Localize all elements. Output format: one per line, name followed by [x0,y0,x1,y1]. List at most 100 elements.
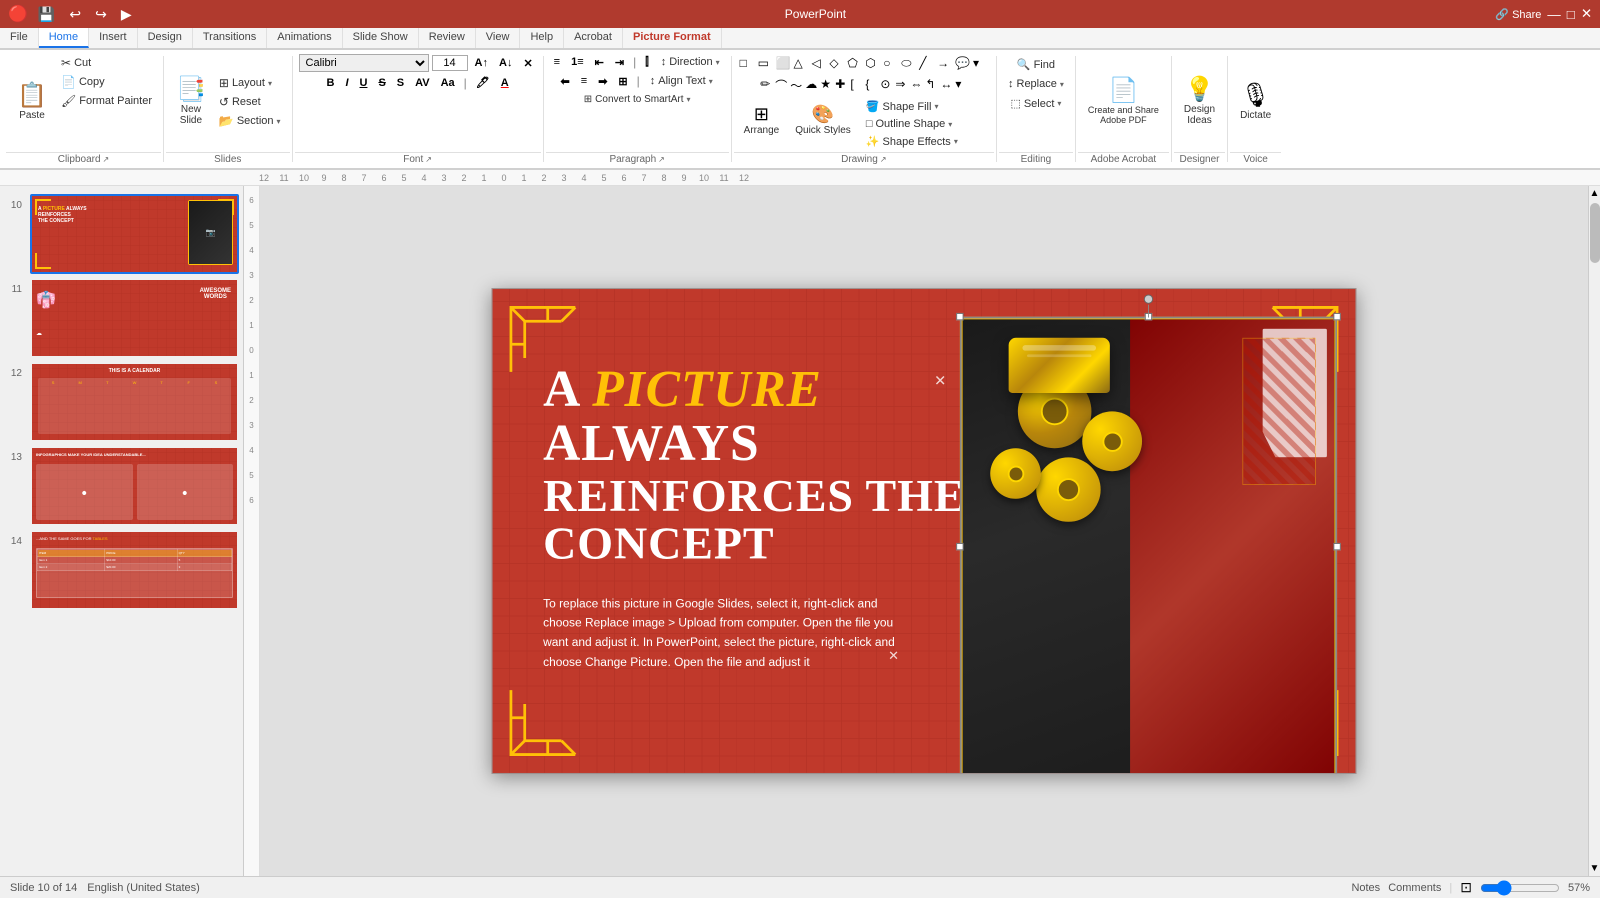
slide-image-container[interactable] [960,317,1337,774]
close-button[interactable]: ✕ [1581,6,1592,22]
pentagon-shape[interactable]: ⬠ [846,55,863,72]
align-left-button[interactable]: ⬅ [557,74,574,89]
arc-shape[interactable]: ⌒ [774,76,788,95]
tab-design[interactable]: Design [138,28,193,48]
font-color-button[interactable]: A [497,76,513,90]
increase-indent-button[interactable]: ⇥ [611,55,628,70]
shape-fill-button[interactable]: 🪣Shape Fill▾ [861,98,963,115]
shape-outline-button[interactable]: □ Outline Shape ▾ [861,116,963,132]
columns-button[interactable]: ⫿ [641,55,653,70]
conn-shape[interactable]: ↔ [939,76,953,95]
arrange-button[interactable]: ⊞ Arrange [738,98,786,142]
find-button[interactable]: 🔍Find [1012,56,1060,73]
hexagon-shape[interactable]: ⬡ [864,55,881,72]
maximize-button[interactable]: □ [1567,7,1575,22]
redo-button[interactable]: ↪ [91,4,111,25]
paste-button[interactable]: 📋 Paste [10,54,54,150]
font-size-input[interactable] [432,55,468,71]
tab-insert[interactable]: Insert [89,28,138,48]
oval-shape[interactable]: ⬭ [900,55,917,72]
handle-bl[interactable] [956,773,963,774]
cross-shape[interactable]: ✚ [834,76,848,95]
layout-button[interactable]: ⊞ Layout ▾ [214,74,286,92]
scroll-down-button[interactable]: ▼ [1588,861,1600,876]
rect-shape[interactable]: □ [739,55,756,72]
slide-thumb-14[interactable]: 14 ...AND THE SAME GOES FOR TABLES ITEM … [4,530,239,610]
rounded-rect-shape[interactable]: ▭ [757,55,774,72]
cut-button[interactable]: ✂ Cut [56,54,157,72]
tab-home[interactable]: Home [39,28,89,48]
save-button[interactable]: 💾 [34,4,59,25]
diamond-shape[interactable]: ◇ [828,55,845,72]
slide-text-area[interactable]: A PICTURE ALWAYS REINFORCES THE CONCEPT … [543,363,975,672]
canvas-area[interactable]: A PICTURE ALWAYS REINFORCES THE CONCEPT … [260,186,1588,876]
tab-slideshow[interactable]: Slide Show [343,28,419,48]
font-label[interactable]: Font ↗ [295,152,541,166]
drawing-label[interactable]: Drawing ↗ [734,152,994,166]
arrow-shape[interactable]: → [936,55,953,72]
tab-help[interactable]: Help [520,28,564,48]
handle-mr[interactable] [1333,543,1340,550]
shape-effects-button[interactable]: ✨Shape Effects▾ [861,133,963,150]
align-text-button[interactable]: ↕ Align Text ▾ [645,73,718,89]
tab-file[interactable]: File [0,28,39,48]
dictate-button[interactable]: 🎙 Dictate [1234,80,1277,125]
present-button[interactable]: ▶ [117,4,136,25]
minimize-button[interactable]: — [1547,7,1560,22]
shadow-button[interactable]: S [393,76,408,90]
bold-button[interactable]: B [322,76,338,90]
slide-thumb-13[interactable]: 13 INFOGRAPHICS MAKE YOUR IDEA UNDERSTAN… [4,446,239,526]
bracket-shape[interactable]: [ [849,76,863,95]
case-button[interactable]: Aa [437,76,459,90]
handle-ml[interactable] [956,543,963,550]
curved-arrow[interactable]: ↰ [924,76,938,95]
reset-button[interactable]: ↺ Reset [214,93,286,111]
tab-transitions[interactable]: Transitions [193,28,267,48]
bullets-button[interactable]: ≡ [550,55,564,69]
rtriangle-shape[interactable]: ◁ [810,55,827,72]
slide-thumb-11[interactable]: 11 👘 AWESOME WORDS ☁ [4,278,239,358]
italic-button[interactable]: I [341,76,352,90]
underline-button[interactable]: U [356,76,372,90]
cloud-shape[interactable]: ☁ [804,76,818,95]
brace-shape[interactable]: { [864,76,878,95]
spacing-button[interactable]: AV [411,76,433,90]
fit-button[interactable]: ⊡ [1460,879,1472,896]
triangle-shape[interactable]: △ [793,55,810,72]
undo-button[interactable]: ↩ [65,4,85,25]
rotate-handle[interactable] [1144,295,1153,304]
dbl-arrow[interactable]: ⇔ [909,76,923,95]
scroll-thumb[interactable] [1590,203,1600,263]
tab-view[interactable]: View [476,28,521,48]
scroll-up-button[interactable]: ▲ [1588,186,1600,201]
font-family-select[interactable]: Calibri [299,54,429,72]
notes-button[interactable]: Notes [1351,882,1380,894]
tab-picture-format[interactable]: Picture Format [623,28,722,48]
comments-button[interactable]: Comments [1388,882,1441,894]
slide-body-text[interactable]: To replace this picture in Google Slides… [543,593,911,672]
section-button[interactable]: 📂 Section ▾ [214,112,286,130]
zoom-slider[interactable] [1480,880,1560,896]
donut-shape[interactable]: ⊙ [879,76,893,95]
decrease-font-button[interactable]: A↓ [495,56,516,70]
paragraph-label[interactable]: Paragraph ↗ [546,152,729,166]
callout-shape[interactable]: 💬 [954,55,971,72]
snip-rect-shape[interactable]: ⬜ [775,55,792,72]
replace-button[interactable]: ↕Replace▾ [1003,76,1069,92]
align-right-button[interactable]: ➡ [594,74,611,89]
language-indicator[interactable]: English (United States) [87,882,200,894]
quick-styles-button[interactable]: 🎨 Quick Styles [789,98,857,142]
handle-tl[interactable] [956,313,963,320]
justify-button[interactable]: ⊞ [614,74,631,89]
tab-acrobat[interactable]: Acrobat [564,28,623,48]
block-arrow[interactable]: ⇒ [894,76,908,95]
convert-smartart-button[interactable]: ⊞ Convert to SmartArt ▾ [579,92,696,107]
more-shapes[interactable]: ▾ [972,55,989,72]
clipboard-label[interactable]: Clipboard ↗ [6,152,161,166]
direction-button[interactable]: ↕ Direction ▾ [656,54,725,70]
create-pdf-button[interactable]: 📄 Create and Share Adobe PDF [1082,75,1165,129]
wave-shape[interactable]: 〜 [789,76,803,95]
share-button[interactable]: 🔗 Share [1495,8,1541,21]
star-shape[interactable]: ★ [819,76,833,95]
decrease-indent-button[interactable]: ⇤ [591,55,608,70]
